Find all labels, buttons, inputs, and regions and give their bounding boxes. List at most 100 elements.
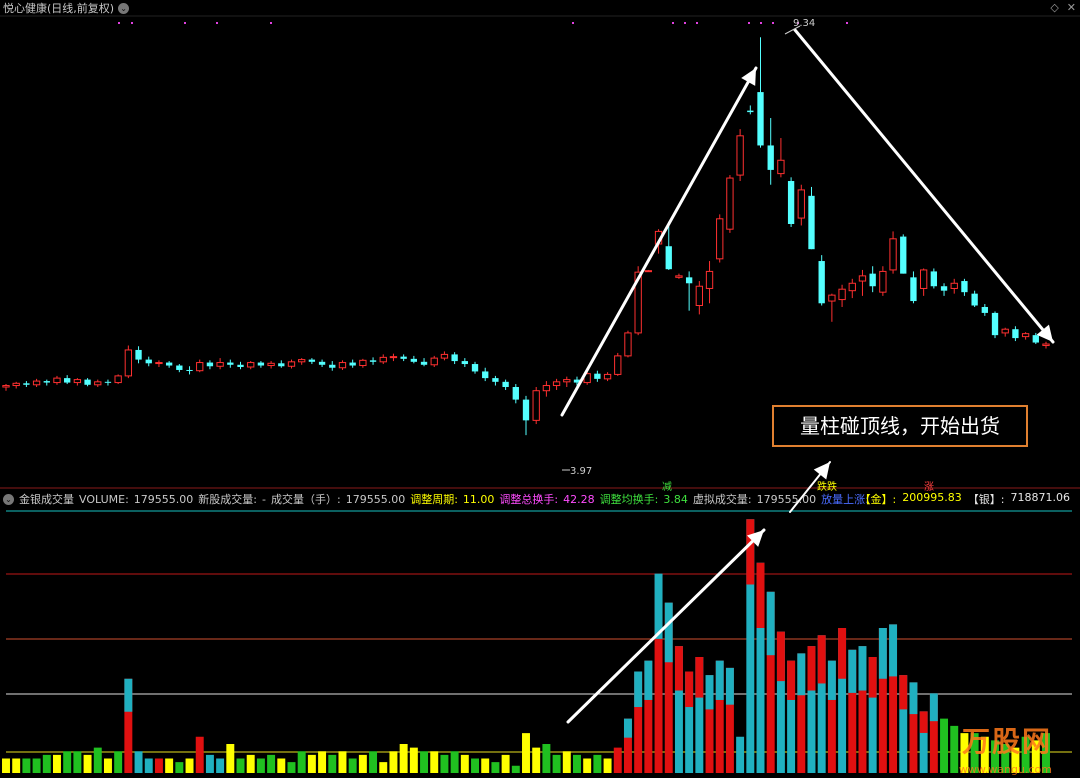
candle-body	[155, 362, 163, 365]
low-price-label: 3.97	[570, 466, 593, 477]
candle-body	[828, 294, 836, 302]
candle-body	[971, 293, 978, 306]
volume-bar-segment	[776, 631, 785, 682]
candle-body	[379, 356, 387, 363]
candle-body	[389, 356, 398, 359]
volume-bar	[277, 758, 286, 773]
indicator-name[interactable]: 金银成交量	[19, 491, 74, 507]
volume-bar	[379, 762, 388, 773]
signal-dot	[216, 22, 218, 24]
volume-bar	[430, 751, 439, 773]
candle-body	[1021, 333, 1030, 338]
volume-bar-segment	[623, 718, 632, 738]
vol-hand-label: 成交量（手）:	[270, 493, 341, 506]
new-vol-label: 新股成交量:	[198, 493, 257, 506]
chevron-down-icon[interactable]: ⌄	[118, 2, 130, 14]
candle-body	[614, 355, 622, 375]
chart-title: 悦心健康(日线,前复权)	[3, 2, 115, 15]
volume-bar-segment	[899, 675, 908, 710]
candle-body	[73, 379, 82, 384]
volume-bar	[144, 758, 153, 773]
volume-bar	[460, 754, 469, 773]
uptrend-arrow	[560, 66, 758, 417]
candle-body	[889, 238, 897, 271]
turnover-total-label: 调整总换手:	[499, 493, 559, 506]
candle-body	[950, 282, 958, 289]
volume-bar	[73, 751, 82, 773]
volume-bar	[736, 736, 745, 773]
volume-bar	[93, 747, 102, 773]
volume-bar	[501, 754, 510, 773]
candle-body	[186, 369, 193, 371]
candle-body	[267, 362, 275, 367]
signal-dot	[672, 22, 674, 24]
new-vol-value: -	[262, 492, 266, 506]
candle-body	[910, 277, 917, 302]
indicator-header: ⌄ 金银成交量 VOLUME: 179555.00 新股成交量: - 成交量（手…	[3, 491, 869, 507]
period-value: 11.00	[462, 492, 495, 506]
volume-bar	[63, 751, 72, 773]
volume-bar-segment	[664, 602, 673, 663]
candle-body	[420, 361, 428, 365]
volume-bar	[22, 758, 31, 773]
volume-bar	[236, 758, 245, 773]
volume-bar	[593, 754, 602, 773]
volume-bar	[491, 762, 500, 773]
candle-body	[84, 379, 91, 385]
volume-bar	[583, 758, 592, 773]
volume-bar	[256, 758, 265, 773]
candle-body	[451, 354, 458, 362]
volume-bar-segment	[715, 660, 724, 700]
candle-body	[349, 362, 356, 366]
close-icon[interactable]: ✕	[1067, 1, 1076, 14]
volume-bar	[103, 758, 112, 773]
candle-body	[94, 381, 102, 386]
candle-body	[247, 362, 255, 368]
volume-bar	[216, 758, 225, 773]
candle-body	[542, 385, 551, 392]
signal-dot	[572, 22, 574, 24]
volume-bar-segment	[766, 591, 775, 656]
candle-body	[900, 236, 907, 274]
volume-bar	[573, 754, 581, 773]
volume-bar	[165, 758, 174, 773]
volume-bar	[940, 718, 949, 773]
volume-bar-segment	[746, 519, 755, 585]
callout-pointer-arrow-head	[813, 462, 830, 480]
volume-bar-segment	[705, 675, 714, 710]
candle-body	[471, 364, 479, 372]
chart-header: 悦心健康(日线,前复权) ⌄	[0, 0, 130, 16]
candle-body	[736, 135, 744, 176]
candle-body	[695, 285, 703, 307]
candle-body	[991, 312, 999, 336]
virtual-label: 虚拟成交量:	[692, 493, 752, 506]
silver-value: 718871.06	[1010, 491, 1071, 504]
candle-body	[563, 379, 571, 383]
candle-body	[135, 349, 142, 360]
candle-body	[1032, 335, 1039, 343]
volume-bar	[154, 758, 163, 773]
vol-hand-value: 179555.00	[345, 492, 406, 506]
candle-body	[287, 361, 296, 367]
volume-bar	[53, 754, 61, 773]
signal-dot	[748, 22, 750, 24]
volume-bar	[420, 751, 429, 773]
stock-chart[interactable]	[0, 0, 1080, 778]
volume-bar-segment	[919, 711, 928, 733]
chevron-down-icon[interactable]: ⌄	[3, 493, 14, 505]
volume-bar-segment	[124, 678, 133, 712]
volume-bar	[175, 762, 184, 773]
candle-body	[858, 275, 867, 282]
candle-body	[818, 261, 825, 304]
candle-body	[624, 332, 632, 357]
candle-body	[369, 360, 377, 362]
candle-body	[114, 375, 122, 384]
candle-body	[787, 181, 795, 224]
candle-body	[32, 380, 41, 386]
window-controls: ◇ ✕	[1050, 1, 1076, 14]
turnover-total-value: 42.28	[563, 492, 595, 506]
diamond-icon[interactable]: ◇	[1050, 1, 1058, 14]
candle-body	[1012, 329, 1019, 339]
candle-body	[757, 92, 764, 146]
signal-dot	[131, 22, 133, 24]
